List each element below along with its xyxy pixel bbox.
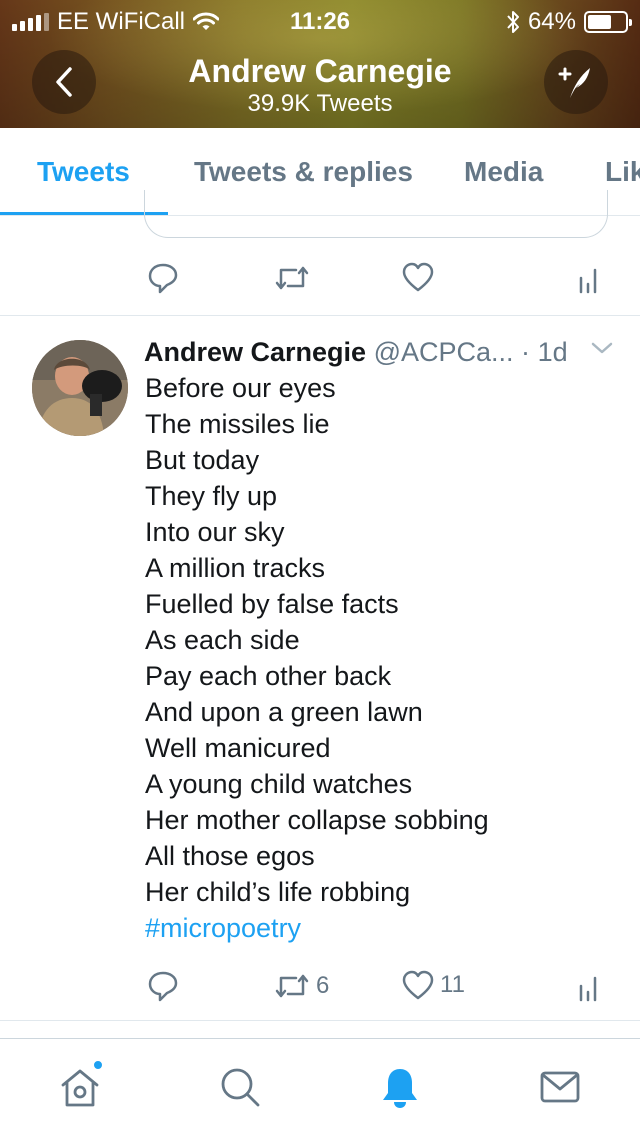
home-icon [61, 1069, 99, 1107]
status-right: 64% [506, 8, 632, 36]
compose-feather-icon [558, 67, 590, 98]
reply-button[interactable] [147, 262, 179, 294]
tweet-line: Well manicured [145, 733, 331, 763]
tweet-line: Her child’s life robbing [145, 877, 411, 907]
tab-tweets[interactable]: Tweets [37, 128, 130, 215]
retweet-button[interactable] [274, 264, 310, 292]
previous-tweet-card-bottom[interactable] [144, 190, 608, 238]
avatar[interactable] [32, 340, 128, 436]
battery-icon [584, 11, 632, 33]
analytics-icon [579, 268, 597, 294]
tweet-line: And upon a green lawn [145, 697, 423, 727]
like-count: 11 [440, 971, 465, 998]
mail-icon [540, 1071, 580, 1103]
separator-dot: · [521, 337, 531, 367]
tweet-count: 39.9K Tweets [247, 90, 393, 117]
tweet-line: Pay each other back [145, 661, 392, 691]
tweet-line: But today [145, 445, 260, 475]
author-handle[interactable]: @ACPCa... [374, 337, 514, 367]
active-tab-indicator [0, 212, 168, 215]
tweet-divider [0, 315, 640, 316]
analytics-button[interactable] [578, 972, 602, 1002]
battery-percent: 64% [527, 8, 576, 35]
retweet-count: 6 [316, 972, 330, 999]
profile-header: EE WiFiCall 11:26 64% Andrew Carnegie 39… [0, 0, 640, 128]
tweet-line: As each side [145, 625, 300, 655]
tweet-timestamp[interactable]: 1d [538, 337, 568, 367]
tweet-actions: 6 11 [0, 962, 640, 1012]
tweet-line: Her mother collapse sobbing [145, 805, 489, 835]
previous-tweet-actions [0, 254, 640, 304]
bottom-tab-bar [0, 1038, 640, 1136]
tweet-line: The missiles lie [145, 409, 330, 439]
nav-messages[interactable] [536, 1063, 584, 1111]
avatar-photo [32, 340, 128, 436]
nav-notifications[interactable] [376, 1063, 424, 1111]
tweet-line: Before our eyes [145, 373, 336, 403]
bluetooth-icon [507, 11, 519, 33]
chevron-down-icon[interactable] [590, 340, 614, 356]
heart-icon [402, 262, 434, 292]
tweet-divider [0, 1020, 640, 1021]
tweet-text: Before our eyes The missiles lie But tod… [145, 370, 615, 946]
tab-likes[interactable]: Lik [605, 128, 640, 215]
home-notification-dot [92, 1059, 104, 1071]
analytics-button[interactable] [578, 264, 602, 294]
status-bar: EE WiFiCall 11:26 64% [0, 0, 640, 40]
reply-icon [148, 263, 178, 294]
bell-icon [383, 1069, 417, 1108]
search-icon [221, 1068, 260, 1107]
heart-icon [402, 970, 434, 1000]
retweet-button[interactable]: 6 [274, 972, 329, 1000]
hashtag-link[interactable]: #micropoetry [145, 910, 615, 946]
reply-button[interactable] [147, 970, 179, 1002]
tweet-line: Fuelled by false facts [145, 589, 399, 619]
like-button[interactable]: 11 [402, 970, 465, 1000]
retweet-icon [275, 266, 309, 290]
tweet-line: A young child watches [145, 769, 413, 799]
compose-tweet-button[interactable] [544, 50, 608, 114]
battery-fill [588, 15, 612, 29]
tweet-line: They fly up [145, 481, 278, 511]
tweet-line: Into our sky [145, 517, 285, 547]
tweet-line: All those egos [145, 841, 315, 871]
tweet-line: A million tracks [145, 553, 326, 583]
analytics-icon [579, 976, 597, 1002]
reply-icon [148, 971, 178, 1002]
tweet-header: Andrew Carnegie @ACPCa... · 1d [144, 334, 614, 370]
nav-search[interactable] [216, 1063, 264, 1111]
author-name[interactable]: Andrew Carnegie [144, 337, 366, 367]
nav-home[interactable] [56, 1059, 104, 1111]
like-button[interactable] [402, 262, 434, 292]
retweet-icon [275, 974, 309, 998]
